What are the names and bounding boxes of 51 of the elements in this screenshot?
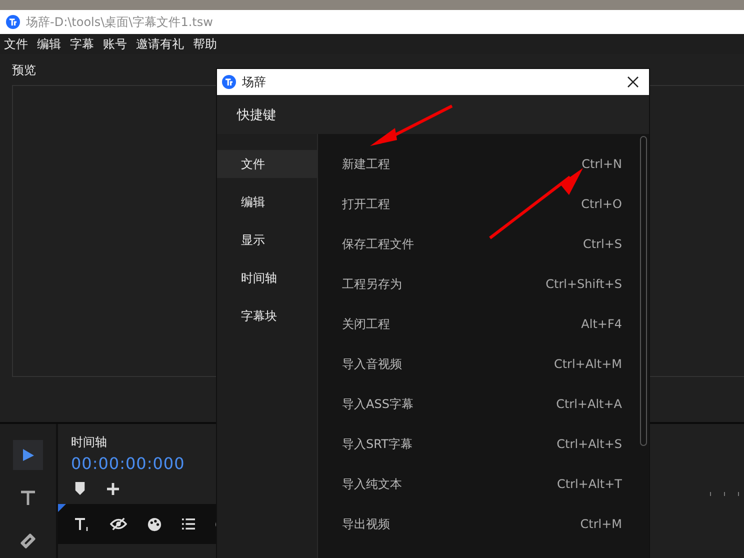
text-icon xyxy=(19,489,37,507)
close-icon[interactable] xyxy=(627,76,639,88)
menu-item[interactable]: 帮助 xyxy=(193,36,217,52)
shortcut-action: 保存工程文件 xyxy=(342,236,414,252)
panel-title: 预览 xyxy=(12,62,37,79)
menu-item[interactable]: 邀请有礼 xyxy=(136,36,184,52)
shortcut-keys: Ctrl+O xyxy=(581,197,622,211)
category-item[interactable]: 文件 xyxy=(217,150,317,178)
shortcut-action: 新建工程 xyxy=(342,156,390,172)
shortcut-action: 导入纯文本 xyxy=(342,476,402,492)
palette-icon[interactable] xyxy=(147,516,162,532)
shortcut-keys: Ctrl+N xyxy=(582,157,622,171)
menu-item[interactable]: 文件 xyxy=(4,36,28,52)
pointer-icon xyxy=(20,447,36,463)
shortcut-action: 工程另存为 xyxy=(342,276,402,292)
corner-marker-icon xyxy=(58,504,66,512)
panel-title: 时间轴 xyxy=(71,434,107,451)
app-logo-icon xyxy=(6,15,20,29)
shortcut-action: 导入音视频 xyxy=(342,356,402,372)
dialog-heading: 快捷键 xyxy=(237,106,276,124)
timecode: 00:00:00:000 xyxy=(71,454,185,473)
shortcut-keys: Ctrl+Alt+T xyxy=(556,477,622,491)
text-style-icon[interactable] xyxy=(74,516,90,532)
menu-item[interactable]: 账号 xyxy=(103,36,127,52)
shortcut-keys: Ctrl+M xyxy=(580,517,622,531)
menu-item[interactable]: 字幕 xyxy=(70,36,94,52)
shortcut-keys: Ctrl+Alt+M xyxy=(554,357,622,371)
shortcut-keys: Ctrl+Alt+A xyxy=(556,397,622,411)
shortcut-action: 打开工程 xyxy=(342,196,390,212)
shortcut-action: 导入ASS字幕 xyxy=(342,396,414,412)
app-logo-icon xyxy=(222,75,236,89)
category-item[interactable]: 时间轴 xyxy=(217,264,317,292)
add-icon[interactable] xyxy=(107,482,119,494)
menu-item[interactable]: 编辑 xyxy=(37,36,61,52)
list-icon[interactable] xyxy=(182,518,195,530)
shortcut-action: 关闭工程 xyxy=(342,316,390,332)
shortcut-keys: Ctrl+Shift+S xyxy=(546,277,622,291)
shortcut-keys: Ctrl+S xyxy=(582,237,622,251)
shortcut-keys: Alt+F4 xyxy=(581,317,622,331)
eye-off-icon[interactable] xyxy=(110,517,127,531)
shortcut-action: 导出视频 xyxy=(342,516,390,532)
window-title: 场辞-D:\tools\桌面\字幕文件1.tsw xyxy=(26,14,213,30)
pointer-tool-button[interactable] xyxy=(13,440,43,470)
dialog-title: 场辞 xyxy=(242,74,266,90)
scrollbar[interactable] xyxy=(640,136,647,446)
category-item[interactable]: 编辑 xyxy=(217,188,317,216)
category-item[interactable]: 显示 xyxy=(217,226,317,254)
shortcut-action: 导入SRT字幕 xyxy=(342,436,412,452)
marker-icon[interactable] xyxy=(75,482,85,495)
shortcut-keys: Ctrl+Alt+S xyxy=(556,437,622,451)
category-item[interactable]: 字幕块 xyxy=(217,302,317,330)
